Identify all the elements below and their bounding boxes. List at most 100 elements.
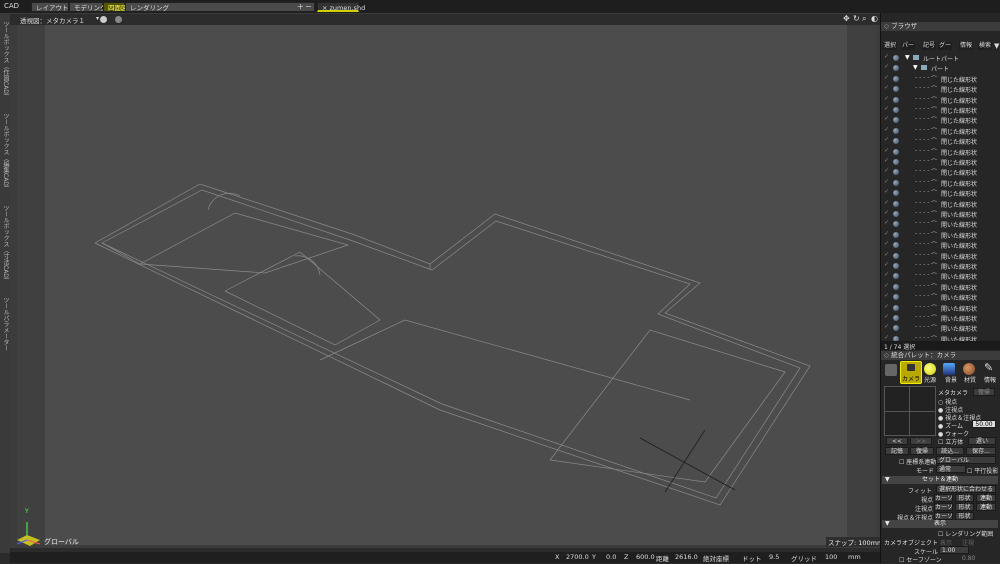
- visibility-icon[interactable]: [893, 294, 899, 301]
- lock-icon[interactable]: ✓: [884, 199, 889, 206]
- unit-select[interactable]: mm: [848, 553, 861, 561]
- tree-row-shape[interactable]: ✓ - - - - ⌒ 閉じた線形状: [881, 74, 1000, 84]
- lock-icon[interactable]: ✓: [884, 282, 889, 289]
- lock-icon[interactable]: ✓: [884, 74, 889, 81]
- coord-mode-select[interactable]: 絶対座標: [703, 553, 729, 563]
- speed-select[interactable]: 遅い: [968, 437, 996, 445]
- tree-row-shape[interactable]: ✓ - - - - ⌒ 閉じた線形状: [881, 157, 1000, 167]
- lock-icon[interactable]: ✓: [884, 323, 889, 330]
- tree-row-root[interactable]: ✓ ▼ ルートパート: [881, 53, 1000, 63]
- browser-col-symbol[interactable]: 記号: [922, 42, 937, 50]
- lock-icon[interactable]: ✓: [884, 261, 889, 268]
- parallel-checkbox[interactable]: ☐ 平行投影: [967, 466, 998, 475]
- tree-row-shape[interactable]: ✓ - - - - ⌒ 閉じた線形状: [881, 105, 1000, 115]
- lock-icon[interactable]: ✓: [884, 105, 889, 112]
- expand-icon[interactable]: ▼: [905, 54, 910, 61]
- camera-tab[interactable]: カメラ: [900, 361, 922, 384]
- scale-field[interactable]: 1.00: [939, 546, 969, 554]
- visibility-icon[interactable]: [893, 127, 899, 134]
- tree-row-shape[interactable]: ✓ - - - - ⌒ 閉じた線形状: [881, 126, 1000, 136]
- browser-header[interactable]: ◇ ブラウザ: [881, 22, 1000, 31]
- grid-value[interactable]: 100: [825, 553, 837, 561]
- visibility-icon[interactable]: [893, 200, 899, 207]
- camera-preview[interactable]: [884, 386, 936, 436]
- tree-row-shape[interactable]: ✓ - - - - ⌒ 閉じた線形状: [881, 167, 1000, 177]
- visibility-icon[interactable]: [893, 148, 899, 155]
- set-shape-button[interactable]: 形状: [955, 512, 974, 520]
- lock-icon[interactable]: ✓: [884, 136, 889, 143]
- tree-row-shape[interactable]: ✓ - - - -⌒開いた線形状: [881, 209, 1000, 219]
- visibility-icon[interactable]: [893, 55, 899, 61]
- tree-row-shape[interactable]: ✓ - - - - ⌒ 閉じた線形状: [881, 147, 1000, 157]
- lock-icon[interactable]: ✓: [884, 313, 889, 320]
- lock-icon[interactable]: ✓: [884, 147, 889, 154]
- tree-row-shape[interactable]: ✓ - - - -⌒開いた線形状: [881, 230, 1000, 240]
- tree-row-shape[interactable]: ✓ - - - -⌒開いた線形状: [881, 292, 1000, 302]
- visibility-icon[interactable]: [893, 65, 899, 72]
- visibility-icon[interactable]: [893, 211, 899, 217]
- visibility-icon[interactable]: [893, 190, 899, 197]
- lock-icon[interactable]: ✓: [884, 53, 889, 60]
- palette-header[interactable]: ◇ 統合パレット：カメラ: [881, 351, 1000, 360]
- lock-icon[interactable]: ✓: [884, 230, 889, 237]
- tree-row-shape[interactable]: ✓ - - - -⌒開いた線形状: [881, 251, 1000, 261]
- visibility-icon[interactable]: [893, 304, 899, 311]
- snap-indicator[interactable]: スナップ: 100mm: [826, 537, 886, 547]
- set-cursor-button[interactable]: カーソ: [934, 512, 953, 520]
- mode-select[interactable]: 通常: [936, 465, 966, 473]
- camera-object-icon[interactable]: [885, 364, 897, 376]
- safezone-value[interactable]: 0.80: [962, 555, 975, 562]
- expand-icon[interactable]: ▼: [913, 64, 918, 71]
- lock-icon[interactable]: ✓: [884, 84, 889, 91]
- info-tab-label[interactable]: 情報: [984, 375, 996, 384]
- material-icon[interactable]: [963, 363, 975, 375]
- save-button[interactable]: 保存...: [966, 447, 996, 455]
- tree-row-shape[interactable]: ✓ - - - -⌒開いた線形状: [881, 313, 1000, 323]
- background-icon[interactable]: [943, 363, 955, 375]
- tree-row-shape[interactable]: ✓ - - - -⌒開いた線形状: [881, 271, 1000, 281]
- visibility-icon[interactable]: [893, 252, 899, 259]
- store-button[interactable]: 記憶: [885, 447, 909, 455]
- restore-button[interactable]: 復帰: [910, 447, 934, 455]
- visibility-icon[interactable]: [893, 325, 899, 332]
- light-tab-label[interactable]: 光源: [924, 375, 936, 384]
- visibility-icon[interactable]: [893, 138, 899, 145]
- set-cursor-button[interactable]: カーソ: [934, 503, 953, 511]
- tree-row-shape[interactable]: ✓ - - - - ⌒ 閉じた線形状: [881, 115, 1000, 125]
- visibility-icon[interactable]: [893, 273, 899, 280]
- tree-row-shape[interactable]: ✓ - - - - ⌒ 閉じた線形状: [881, 188, 1000, 198]
- visibility-icon[interactable]: [893, 231, 899, 238]
- set-shape-button[interactable]: 形状: [955, 503, 974, 511]
- lock-icon[interactable]: ✓: [884, 95, 889, 102]
- visibility-icon[interactable]: [893, 315, 899, 321]
- browser-col-part[interactable]: パー: [901, 42, 916, 50]
- tree-row-shape[interactable]: ✓ - - - - ⌒ 閉じた線形状: [881, 84, 1000, 94]
- visibility-icon[interactable]: [893, 86, 899, 93]
- visibility-icon[interactable]: [893, 283, 899, 290]
- zoom-value-field[interactable]: 50.00: [972, 420, 996, 428]
- lock-icon[interactable]: ✓: [884, 157, 889, 164]
- coord-link-checkbox[interactable]: ☐ 座標系連動: [899, 457, 936, 466]
- tree-row-shape[interactable]: ✓ - - - -⌒開いた線形状: [881, 282, 1000, 292]
- nav-prev-button[interactable]: <<: [886, 437, 908, 445]
- wrench-icon[interactable]: ✎: [984, 361, 993, 374]
- nav-next-button[interactable]: >>: [910, 437, 932, 445]
- cube-checkbox[interactable]: ☐ 立方体: [938, 437, 963, 446]
- section-display[interactable]: ▼ 表示: [882, 520, 998, 528]
- tree-row-shape[interactable]: ✓ - - - -⌒開いた線形状: [881, 219, 1000, 229]
- background-tab-label[interactable]: 背景: [945, 375, 957, 384]
- visibility-icon[interactable]: [893, 117, 899, 124]
- visibility-icon[interactable]: [893, 169, 899, 176]
- material-tab-label[interactable]: 材質: [964, 375, 976, 384]
- tree-row-shape[interactable]: ✓ - - - - ⌒ 閉じた線形状: [881, 136, 1000, 146]
- set-shape-button[interactable]: 形状: [955, 494, 974, 502]
- browser-col-search[interactable]: 検索: [978, 42, 993, 50]
- lock-icon[interactable]: ✓: [884, 126, 889, 133]
- dot-value[interactable]: 9.5: [769, 553, 779, 561]
- lock-icon[interactable]: ✓: [884, 292, 889, 299]
- coord-system-select[interactable]: グローバル: [936, 456, 996, 464]
- render-range-checkbox[interactable]: ☐ レンダリング範囲: [938, 529, 993, 538]
- lock-icon[interactable]: ✓: [884, 334, 889, 341]
- browser-col-select[interactable]: 選択: [883, 42, 898, 50]
- tree-row-shape[interactable]: ✓ - - - - ⌒ 閉じた線形状: [881, 95, 1000, 105]
